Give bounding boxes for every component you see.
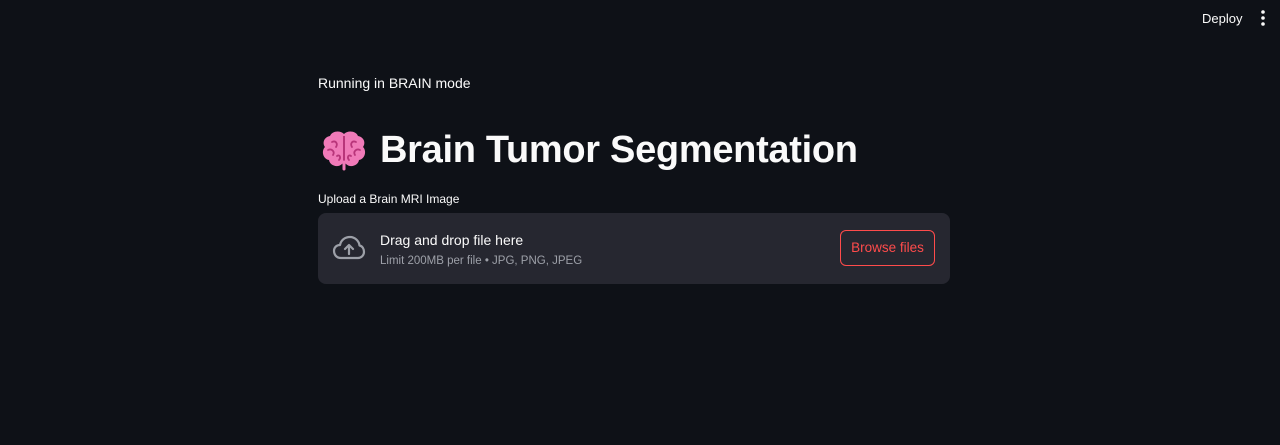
deploy-button[interactable]: Deploy bbox=[1194, 9, 1250, 28]
kebab-menu-icon[interactable] bbox=[1254, 8, 1272, 28]
app-header: Deploy bbox=[0, 0, 1280, 36]
page-title: Brain Tumor Segmentation bbox=[380, 129, 858, 171]
brain-icon bbox=[320, 128, 368, 172]
browse-files-button[interactable]: Browse files bbox=[840, 230, 935, 266]
dropzone-title: Drag and drop file here bbox=[380, 232, 524, 248]
page-title-row: Brain Tumor Segmentation bbox=[320, 126, 858, 174]
uploader-label: Upload a Brain MRI Image bbox=[318, 192, 460, 206]
file-dropzone[interactable]: Drag and drop file here Limit 200MB per … bbox=[318, 213, 950, 284]
cloud-upload-icon bbox=[332, 235, 366, 261]
dropzone-limits: Limit 200MB per file • JPG, PNG, JPEG bbox=[380, 255, 583, 267]
mode-status-text: Running in BRAIN mode bbox=[318, 75, 471, 91]
